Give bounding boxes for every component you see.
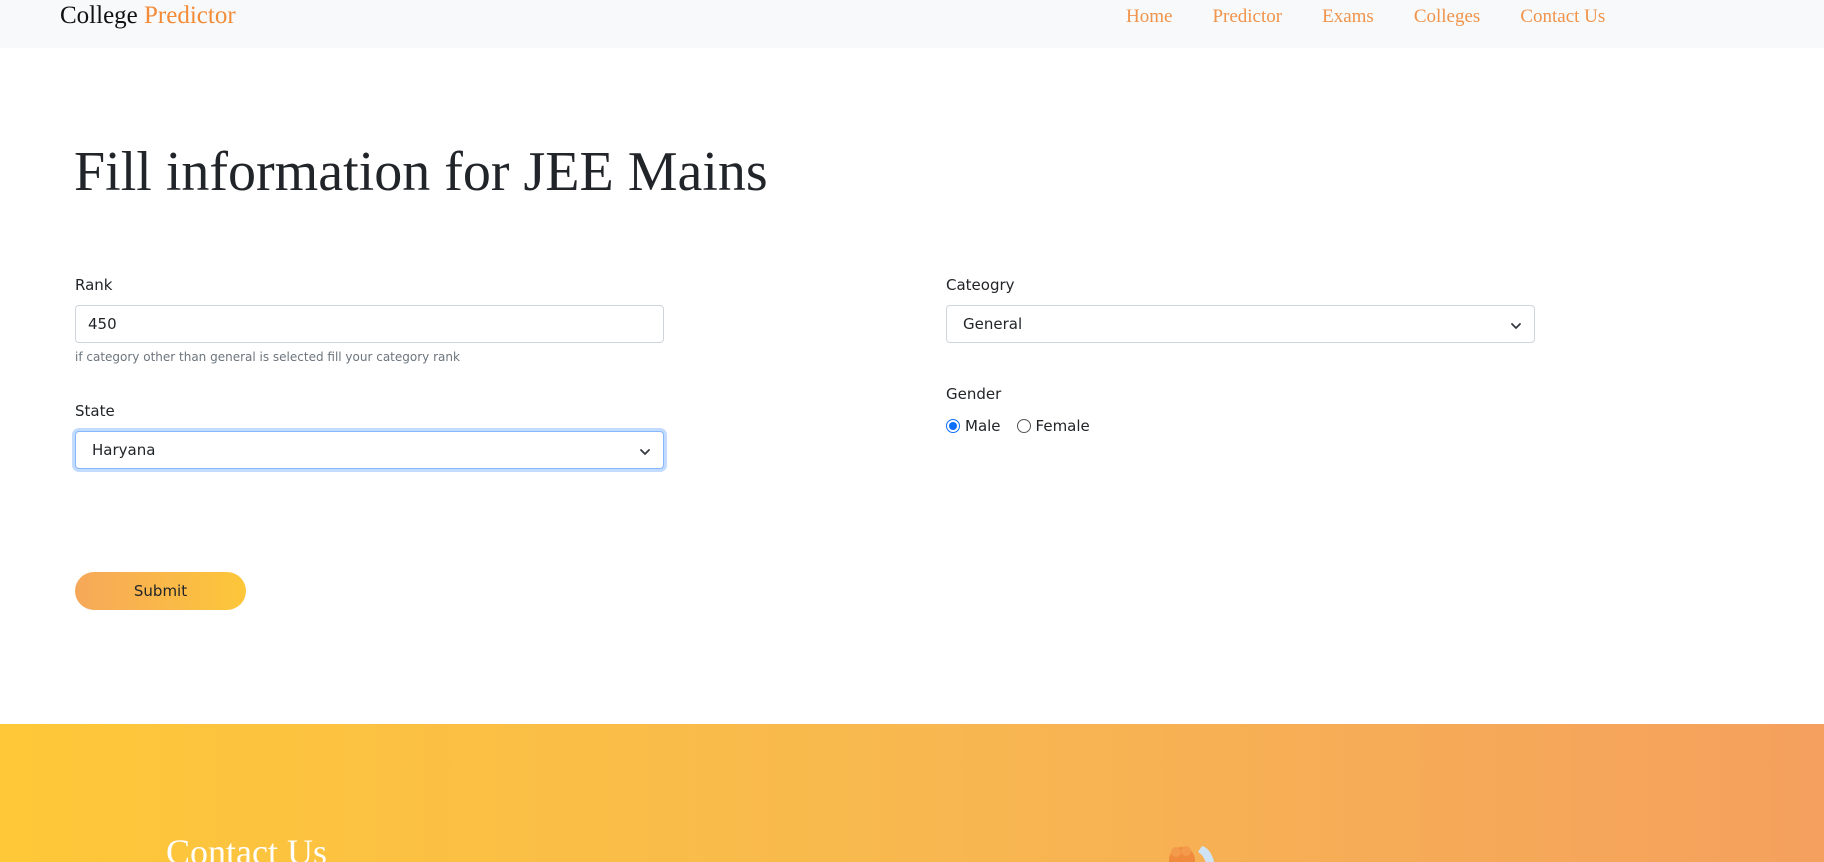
nav-link-contact-us[interactable]: Contact Us	[1520, 4, 1605, 30]
state-label: State	[75, 402, 115, 420]
gender-label-female[interactable]: Female	[1036, 416, 1090, 436]
rank-label: Rank	[75, 276, 113, 294]
rank-help-text: if category other than general is select…	[75, 350, 460, 364]
category-select[interactable]: General	[946, 305, 1535, 343]
nav-link-predictor[interactable]: Predictor	[1212, 4, 1282, 30]
gender-label: Gender	[946, 385, 1002, 403]
submit-button[interactable]: Submit	[75, 572, 246, 610]
brand-logo[interactable]: College Predictor	[60, 1, 236, 31]
nav-link-home[interactable]: Home	[1126, 4, 1172, 30]
nav-link-colleges[interactable]: Colleges	[1414, 4, 1481, 30]
gender-radio-female[interactable]	[1016, 419, 1031, 433]
brand-accent-text: Predictor	[144, 2, 236, 29]
state-selected-value: Haryana	[92, 441, 156, 459]
chevron-down-icon	[1510, 318, 1522, 330]
category-label: Cateogry	[946, 276, 1015, 294]
illustration-icon	[1158, 840, 1228, 862]
brand-text: College	[60, 2, 138, 29]
state-select[interactable]: Haryana	[75, 431, 664, 469]
page-title: Fill information for JEE Mains	[74, 141, 768, 203]
gender-radio-group: Male Female	[946, 416, 1106, 436]
gender-label-male[interactable]: Male	[965, 416, 1001, 436]
nav-link-exams[interactable]: Exams	[1322, 4, 1374, 30]
footer-title: Contact Us	[166, 832, 327, 862]
footer: Contact Us	[0, 724, 1824, 862]
rank-input[interactable]: 450	[75, 305, 664, 343]
rank-value: 450	[88, 315, 117, 333]
navbar: College Predictor Home Predictor Exams C…	[0, 0, 1824, 48]
chevron-down-icon	[639, 444, 651, 456]
gender-radio-male[interactable]	[946, 419, 960, 433]
nav-links: Home Predictor Exams Colleges Contact Us	[1126, 4, 1645, 30]
category-selected-value: General	[963, 315, 1023, 333]
